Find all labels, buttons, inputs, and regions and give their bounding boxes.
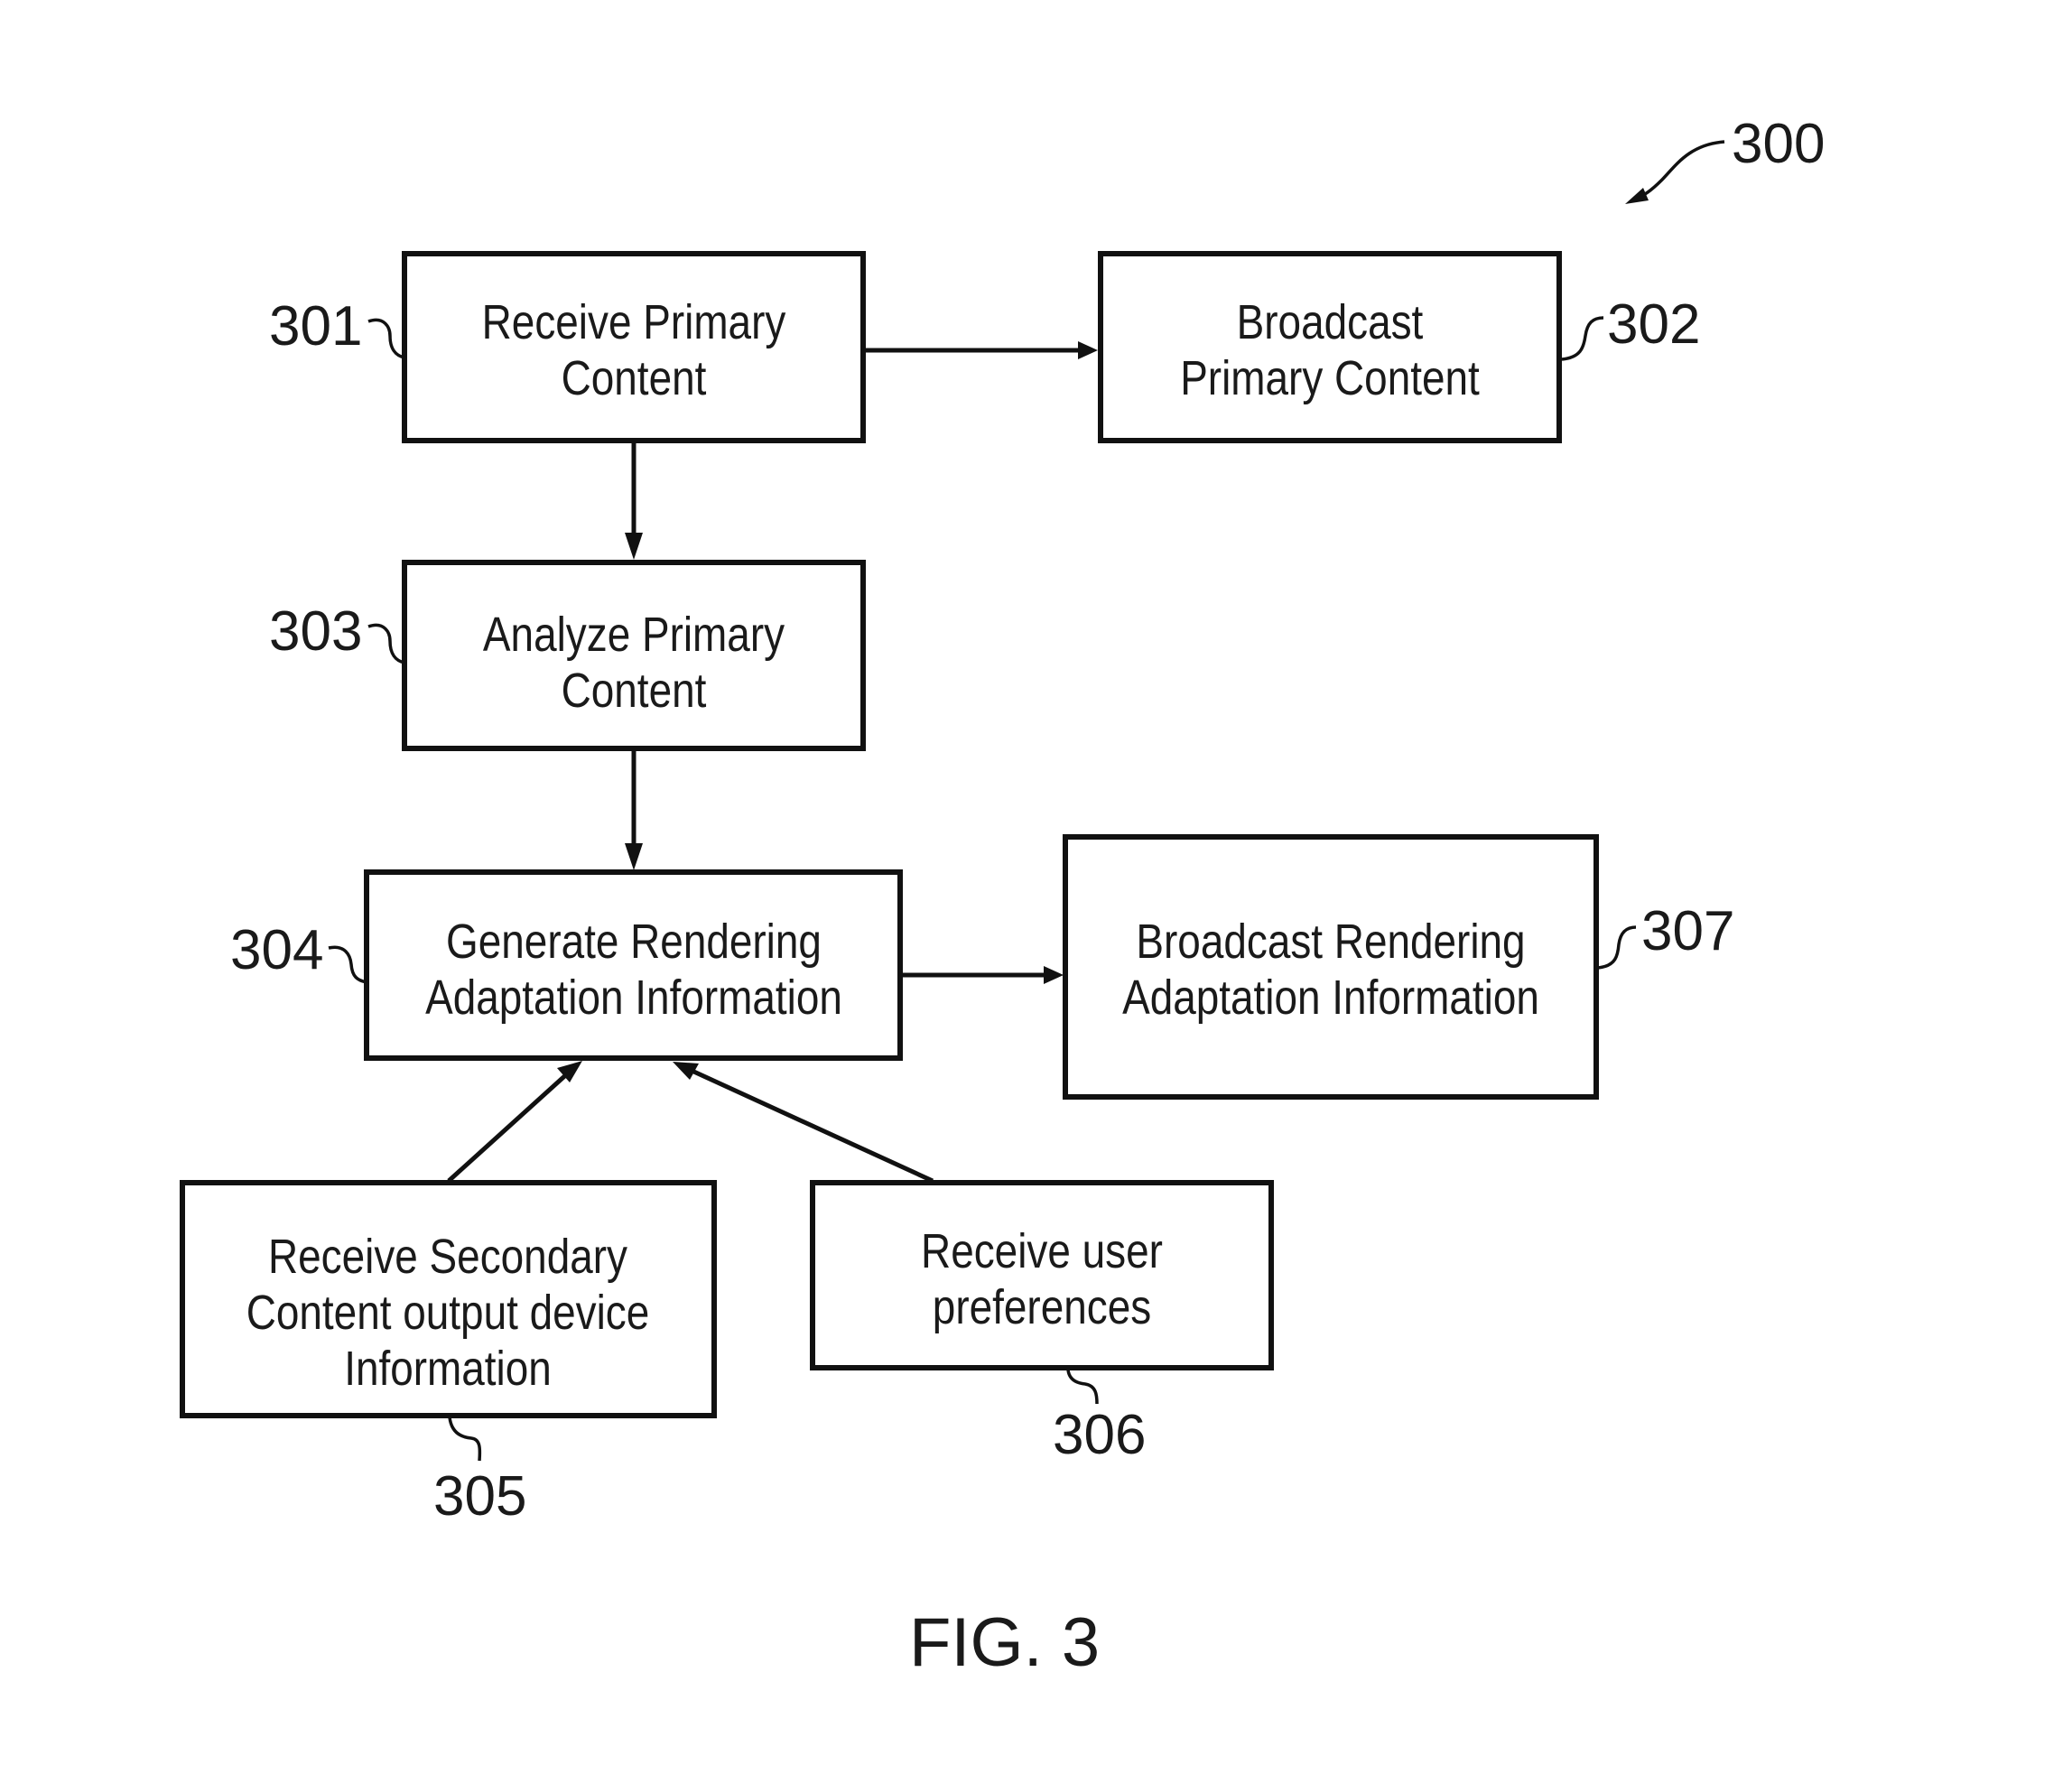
- figure-reference-leader: [1635, 140, 1725, 200]
- ref-leader: [367, 623, 405, 664]
- edge-306-304: [673, 1062, 934, 1184]
- ref-leader: [448, 1417, 482, 1462]
- step-label-line: Adaptation Information: [425, 971, 842, 1025]
- step-label-line: preferences: [933, 1280, 1151, 1334]
- step-303-analyze-primary-content[interactable]: Analyze Primary Content: [402, 560, 866, 751]
- step-label-line: Receive Primary: [482, 295, 786, 349]
- step-label-line: Analyze Primary: [483, 608, 785, 662]
- ref-304: 304: [230, 919, 367, 984]
- step-label-line: Primary Content: [1180, 351, 1480, 405]
- step-label-line: Content output device: [246, 1286, 650, 1340]
- ref-301: 301: [269, 295, 405, 359]
- ref-leader: [328, 945, 367, 984]
- flowchart-diagram: 300 Receive Primary Content 301 Broadcas…: [180, 113, 1825, 1681]
- step-label-line: Receive Secondary: [268, 1230, 627, 1284]
- edge-304-307: [903, 966, 1064, 984]
- figure-reference-label: 300: [1732, 113, 1825, 175]
- edge-301-302: [866, 341, 1098, 359]
- edge-305-304: [447, 1061, 582, 1183]
- step-302-broadcast-primary-content[interactable]: Broadcast Primary Content: [1098, 251, 1562, 443]
- ref-leader: [1066, 1369, 1099, 1405]
- step-label-line: Content: [562, 664, 707, 718]
- arrowhead: [625, 843, 643, 870]
- ref-label: 304: [230, 919, 323, 981]
- step-label-line: Broadcast: [1237, 295, 1424, 349]
- figure-reference-300: 300: [1625, 113, 1825, 204]
- arrowhead: [1044, 966, 1064, 984]
- step-305-receive-secondary-content-output-device-information[interactable]: Receive Secondary Content output device …: [180, 1180, 717, 1418]
- step-label-line: Information: [344, 1342, 552, 1396]
- ref-label: 302: [1607, 293, 1700, 356]
- ref-306: 306: [1053, 1369, 1146, 1466]
- step-306-receive-user-preferences[interactable]: Receive user preferences: [810, 1180, 1274, 1370]
- step-301-receive-primary-content[interactable]: Receive Primary Content: [402, 251, 866, 443]
- step-label-line: Receive user: [921, 1224, 1163, 1278]
- ref-305: 305: [433, 1417, 526, 1528]
- arrowhead: [1078, 341, 1098, 359]
- ref-303: 303: [269, 600, 405, 664]
- ref-leader: [367, 318, 405, 359]
- ref-label: 306: [1053, 1404, 1146, 1466]
- arrowhead: [625, 533, 643, 560]
- ref-label: 303: [269, 600, 362, 663]
- step-label-line: Adaptation Information: [1122, 971, 1539, 1025]
- step-label-line: Broadcast Rendering: [1136, 915, 1525, 969]
- ref-label: 307: [1641, 900, 1734, 962]
- ref-label: 305: [433, 1465, 526, 1528]
- ref-302: 302: [1561, 293, 1700, 361]
- figure-caption: FIG. 3: [909, 1604, 1100, 1681]
- step-307-broadcast-rendering-adaptation-information[interactable]: Broadcast Rendering Adaptation Informati…: [1063, 834, 1599, 1100]
- step-label-line: Content: [562, 351, 707, 405]
- ref-leader: [1561, 316, 1604, 361]
- ref-label: 301: [269, 295, 362, 358]
- ref-leader: [1597, 925, 1637, 970]
- edge-301-303: [625, 443, 643, 560]
- step-304-generate-rendering-adaptation-information[interactable]: Generate Rendering Adaptation Informatio…: [364, 869, 903, 1061]
- step-label-line: Generate Rendering: [446, 915, 822, 969]
- edge-303-304: [625, 751, 643, 870]
- ref-307: 307: [1597, 900, 1734, 970]
- figure-reference-arrowhead: [1625, 188, 1649, 204]
